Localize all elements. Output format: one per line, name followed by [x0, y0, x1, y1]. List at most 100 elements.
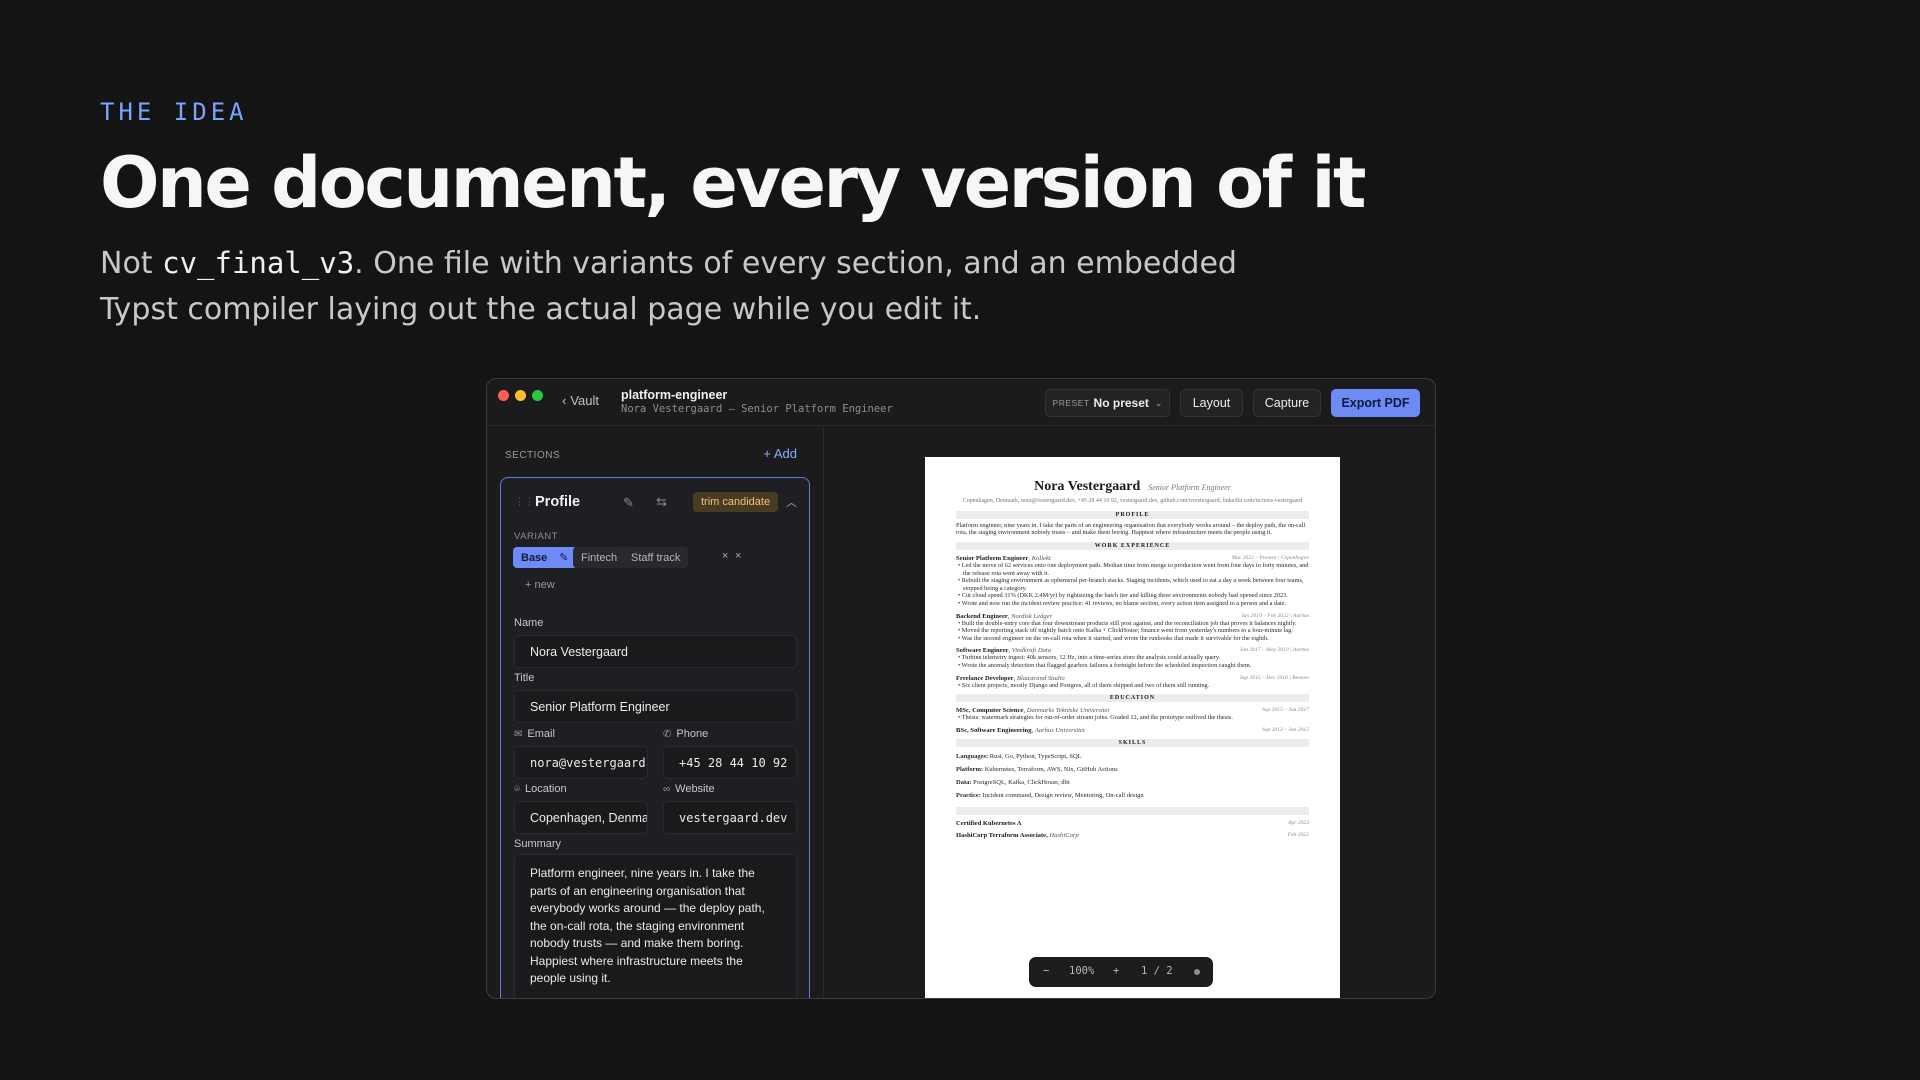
- maximize-window-button[interactable]: [532, 390, 543, 401]
- entry-title: Freelance Developer: [956, 674, 1014, 682]
- resume-entry-header: Backend Engineer, Nordisk Ledger Jun 2019…: [956, 612, 1309, 620]
- resume-role: Senior Platform Engineer: [1148, 483, 1231, 492]
- title-field[interactable]: Senior Platform Engineer: [514, 690, 797, 723]
- skill-value: Incident command, Design review, Mentori…: [982, 791, 1144, 799]
- zoom-in-button[interactable]: +: [1113, 965, 1119, 977]
- close-icon[interactable]: ×: [722, 550, 728, 562]
- resume-bullet: Wrote the anomaly detection that flagged…: [956, 662, 1309, 670]
- resume-bullet: Rebuilt the staging environment as ephem…: [956, 577, 1309, 592]
- preset-label: PRESET: [1052, 398, 1090, 408]
- location-label: ⌾ Location: [514, 783, 567, 795]
- location-pin-icon: ⌾: [514, 783, 520, 795]
- document-subtitle: Nora Vestergaard — Senior Platform Engin…: [621, 403, 893, 415]
- location-label-text: Location: [525, 783, 567, 795]
- skill-label: Practice:: [956, 791, 981, 799]
- entry-title: Backend Engineer: [956, 612, 1008, 620]
- drag-handle-icon[interactable]: ⋮⋮: [514, 495, 535, 508]
- profile-section-card: ⋮⋮ Profile ✎ ⇆ trim candidate ︿ VARIANT …: [500, 477, 810, 998]
- variant-chip-base[interactable]: Base ✎: [513, 547, 577, 568]
- edit-pencil-icon[interactable]: ✎: [623, 495, 634, 511]
- entry-title: BSc, Software Engineering: [956, 726, 1032, 734]
- app-window: ‹ Vault platform-engineer Nora Vestergaar…: [486, 378, 1436, 999]
- variant-chip-fintech[interactable]: Fintech: [573, 547, 626, 568]
- resume-section-heading: WORK EXPERIENCE: [956, 542, 1309, 551]
- new-variant-button[interactable]: + new: [525, 579, 555, 591]
- hero: THE IDEA One document, every version of …: [100, 98, 1400, 333]
- cert-title: Certified Kubernetes A: [956, 819, 1022, 827]
- chevron-up-icon[interactable]: ︿: [786, 494, 797, 510]
- variant-chip-staff-track[interactable]: Staff track: [623, 547, 689, 568]
- back-label: Vault: [570, 393, 600, 408]
- name-field[interactable]: Nora Vestergaard: [514, 635, 797, 668]
- resume-entry-header: Software Engineer, Vindkraft Data Jan 201…: [956, 647, 1309, 655]
- resume-entry-header: Senior Platform Engineer, Kollekt Mar 202…: [956, 555, 1309, 563]
- resume-section-heading: SKILLS: [956, 738, 1309, 747]
- layout-button[interactable]: Layout: [1180, 389, 1243, 417]
- summary-label: Summary: [514, 838, 561, 850]
- website-label-text: Website: [675, 783, 715, 795]
- swap-icon[interactable]: ⇆: [656, 494, 667, 510]
- close-icon[interactable]: ×: [735, 550, 741, 562]
- minimize-window-button[interactable]: [515, 390, 526, 401]
- entry-title: Software Engineer: [956, 647, 1009, 655]
- resume-cert-row: HashiCorp Terraform Associate, HashiCorp…: [956, 832, 1309, 839]
- resume-section-heading: PROFILE: [956, 510, 1309, 519]
- name-label-text: Name: [514, 617, 544, 629]
- summary-textarea[interactable]: Platform engineer, nine years in. I take…: [514, 854, 797, 998]
- resume-profile-text: Platform engineer, nine years in. I take…: [956, 521, 1306, 537]
- link-icon: ∞: [663, 783, 671, 795]
- summary-label-text: Summary: [514, 838, 562, 850]
- entry-org: Blaastrand Studio: [1016, 674, 1065, 682]
- eyebrow: THE IDEA: [100, 98, 248, 126]
- entry-org: Nordisk Ledger: [1011, 612, 1053, 620]
- website-field[interactable]: vestergaard.dev: [663, 801, 797, 834]
- entry-dates: Jan 2017 – May 2019 | Aarhus: [1239, 647, 1309, 654]
- headline: One document, every version of it: [100, 142, 1366, 224]
- cert-title: HashiCorp Terraform Associate,: [956, 831, 1048, 839]
- export-pdf-button[interactable]: Export PDF: [1331, 389, 1420, 417]
- titlebar: ‹ Vault platform-engineer Nora Vestergaar…: [487, 379, 1435, 426]
- skill-value: Rust, Go, Python, TypeScript, SQL: [989, 752, 1082, 760]
- chevron-left-icon: ‹: [562, 393, 567, 408]
- title-label: Title: [514, 672, 534, 684]
- entry-dates: Sep 2015 – Dec 2016 | Remote: [1240, 674, 1309, 681]
- zoom-out-button[interactable]: −: [1043, 965, 1049, 977]
- resume-bullet: Built the double-entry core that four do…: [956, 620, 1309, 628]
- preview-pane: Nora Vestergaard Senior Platform Enginee…: [825, 427, 1435, 998]
- phone-label: ✆ Phone: [663, 728, 708, 740]
- zoom-toolbar: − 100% + 1 / 2: [1029, 957, 1213, 987]
- resume-header: Nora Vestergaard Senior Platform Enginee…: [956, 477, 1309, 495]
- skill-label: Languages:: [956, 752, 989, 760]
- variant-chip-label: Base: [521, 551, 548, 564]
- mail-icon: ✉: [514, 728, 523, 740]
- location-field[interactable]: Copenhagen, Denmark: [514, 801, 648, 834]
- email-label-text: Email: [527, 728, 555, 740]
- phone-icon: ✆: [663, 728, 672, 740]
- resume-skill-row: Languages: Rust, Go, Python, TypeScript,…: [956, 753, 1309, 760]
- phone-field[interactable]: +45 28 44 10 92: [663, 746, 797, 779]
- preset-dropdown[interactable]: PRESET No preset ⌄: [1045, 389, 1170, 417]
- section-title: Profile: [535, 494, 581, 510]
- resume-page: Nora Vestergaard Senior Platform Enginee…: [925, 457, 1340, 998]
- cert-dates: Feb 2022: [1287, 831, 1309, 838]
- resume-bullet: Moved the reporting stack off nightly ba…: [956, 627, 1309, 635]
- preset-value: No preset: [1093, 396, 1149, 410]
- resume-bullet: Cut cloud spend 31% (DKK 2.4M/yr) by rig…: [956, 592, 1309, 600]
- skill-label: Platform:: [956, 765, 984, 773]
- variant-label: VARIANT: [514, 531, 558, 542]
- title-label-text: Title: [514, 672, 535, 684]
- capture-button[interactable]: Capture: [1253, 389, 1321, 417]
- resume-section-heading-hidden: .: [956, 806, 1309, 815]
- email-field[interactable]: nora@vestergaard.dev: [514, 746, 648, 779]
- close-window-button[interactable]: [498, 390, 509, 401]
- back-to-vault-button[interactable]: ‹ Vault: [562, 393, 599, 408]
- resume-skill-row: Practice: Incident command, Design revie…: [956, 792, 1309, 799]
- add-section-button[interactable]: + Add: [763, 446, 797, 461]
- resume-skill-row: Platform: Kubernetes, Terraform, AWS, Ni…: [956, 766, 1309, 773]
- email-label: ✉ Email: [514, 728, 555, 740]
- page-indicator: 1 / 2: [1141, 965, 1173, 977]
- website-label: ∞ Website: [663, 783, 715, 795]
- entry-org: Kollekt: [1031, 555, 1051, 563]
- chevron-down-icon: ⌄: [1154, 397, 1163, 408]
- edit-pencil-icon[interactable]: ✎: [559, 551, 568, 564]
